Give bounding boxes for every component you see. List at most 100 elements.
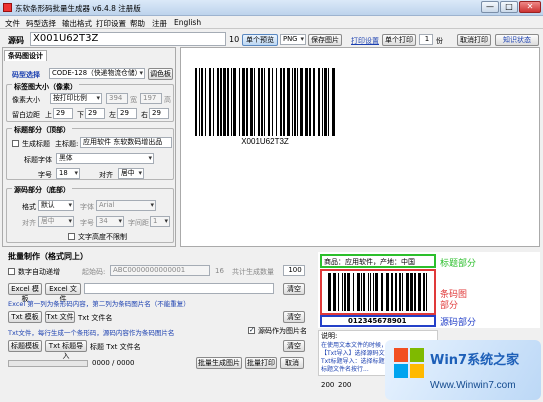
barcode-bar [338,273,339,311]
minimize-button[interactable]: — [481,1,499,13]
code-type-select[interactable]: CODE-128（快递物流仓储） [49,68,145,79]
batch-title: 批量制作（格式同上） [8,252,88,261]
about-button[interactable]: 知识状态 [495,34,539,46]
height-input[interactable]: 197 [140,93,162,104]
no-limit-label: 文字高度不限制 [78,233,127,241]
count-input[interactable]: 100 [283,265,305,276]
menu-output[interactable]: 输出格式 [62,18,92,29]
barcode-bar [328,68,329,136]
barcode-bar [391,273,393,311]
sample-barcode-image [328,273,427,311]
title-txt-label: 标题 Txt 文件名 [90,343,141,351]
spacing-label: 字间距 [128,219,149,227]
palette-button[interactable]: 调色板 [148,68,173,80]
menu-code-type[interactable]: 码型选择 [26,18,56,29]
size-mode-select[interactable]: 按打印比例 [50,93,102,104]
print-settings-link[interactable]: 打印设置 [351,36,379,46]
footer-font-select[interactable]: Arial [96,200,156,211]
menu-file[interactable]: 文件 [5,18,20,29]
main-title-input[interactable]: 应用软件 东软数码增出品 [80,137,172,148]
barcode-bar [373,273,374,311]
batch-cancel-button[interactable]: 取消 [280,357,304,369]
preview-barcode-text: X001U62T3Z [241,137,289,146]
excel-file-input[interactable] [84,283,274,294]
margin-left-input[interactable]: 29 [117,108,137,119]
copies-input[interactable]: 1 [419,34,433,45]
margin-top-input[interactable]: 29 [53,108,73,119]
copies-unit: 份 [436,37,443,45]
no-limit-checkbox[interactable] [68,233,75,240]
design-panel-tab[interactable]: 条码图设计 [4,50,47,61]
barcode-bar [332,68,335,136]
excel-template-button[interactable]: Excel 模板 [8,283,42,303]
barcode-bar [361,273,362,311]
barcode-bar [363,273,365,311]
clear-excel-button[interactable]: 清空 [283,283,305,295]
cancel-print-button[interactable]: 取消打印 [457,34,491,46]
maximize-button[interactable]: □ [500,1,518,13]
barcode-bar [242,68,245,136]
barcode-bar [239,68,240,136]
barcode-bar [375,273,378,311]
barcode-bar [386,273,389,311]
excel-note: Excel 第一列为条形码内容，第二列为条码图片名（不能重复） [8,300,190,308]
menu-english[interactable]: English [174,18,201,27]
menu-register[interactable]: 注册 [152,18,167,29]
barcode-bar [410,273,413,311]
as-filename-label: 源码作为图片名 [258,327,307,335]
clear-txt-button[interactable]: 清空 [283,311,305,323]
barcode-bar [297,68,298,136]
size-prefix: 像素大小 [12,96,40,104]
gen-header-checkbox[interactable] [12,140,19,147]
barcode-bar [324,68,327,136]
barcode-bar [399,273,401,311]
align-select[interactable]: 居中 [118,168,144,179]
barcode-bar [344,273,346,311]
code-input[interactable]: X001U62T3Z [30,32,226,46]
batch-generate-button[interactable]: 批量生成图片 [196,357,242,369]
margin-left-label: 左 [109,111,116,119]
barcode-bar [370,273,371,311]
sample-code-label: 源码部分 [440,318,477,328]
font-size-select[interactable]: 18 [56,168,80,179]
spacing-select[interactable]: 1 [150,216,170,227]
txt-template-button[interactable]: Txt 模板 [8,311,42,323]
title-import-button[interactable]: Txt 标题导入 [45,340,87,360]
close-button[interactable]: ✕ [519,1,541,13]
barcode-bar [261,68,263,136]
width-input[interactable]: 394 [106,93,128,104]
txt-file-label: Txt 文件名 [78,314,113,322]
size-group-title: 标签图大小（像素） [12,82,79,92]
barcode-bar [264,68,265,136]
format-select[interactable]: PNG [280,34,306,45]
margin-bottom-input[interactable]: 29 [85,108,105,119]
barcode-bar [418,273,421,311]
barcode-bar [353,273,354,311]
excel-file-button[interactable]: Excel 文件 [45,283,81,303]
sample-header-label: 标题部分 [440,259,477,269]
menu-print-settings[interactable]: 打印设置 [96,18,126,29]
title-template-button[interactable]: 标题模板 [8,340,42,352]
footer-align-select[interactable]: 居中 [38,216,74,227]
batch-print-button[interactable]: 批量打印 [245,357,277,369]
single-print-button[interactable]: 单个打印 [382,34,416,46]
count-label: 共计生成数量 [232,268,274,276]
txt-file-button[interactable]: Txt 文件 [45,311,75,323]
notes-line-4: 标题文件名按行... [321,366,369,373]
menu-help[interactable]: 帮助 [130,18,145,29]
barcode-bar [294,68,296,136]
single-preview-button[interactable]: 单个预览 [242,34,278,46]
title-font-select[interactable]: 黑体 [56,153,154,164]
footer-format-select[interactable]: 默认 [38,200,74,211]
barcode-bar [209,68,211,136]
barcode-bar [322,68,323,136]
main-title-label: 主标题: [55,140,79,148]
as-filename-checkbox[interactable] [248,326,255,334]
start-code-input[interactable]: ABC0000000000001 [110,265,210,276]
auto-inc-checkbox[interactable] [8,268,15,275]
barcode-bar [395,273,397,311]
clear-title-button[interactable]: 清空 [283,340,305,352]
margin-right-input[interactable]: 29 [149,108,169,119]
save-image-button[interactable]: 保存图片 [308,34,342,46]
footer-size-select[interactable]: 34 [96,216,124,227]
